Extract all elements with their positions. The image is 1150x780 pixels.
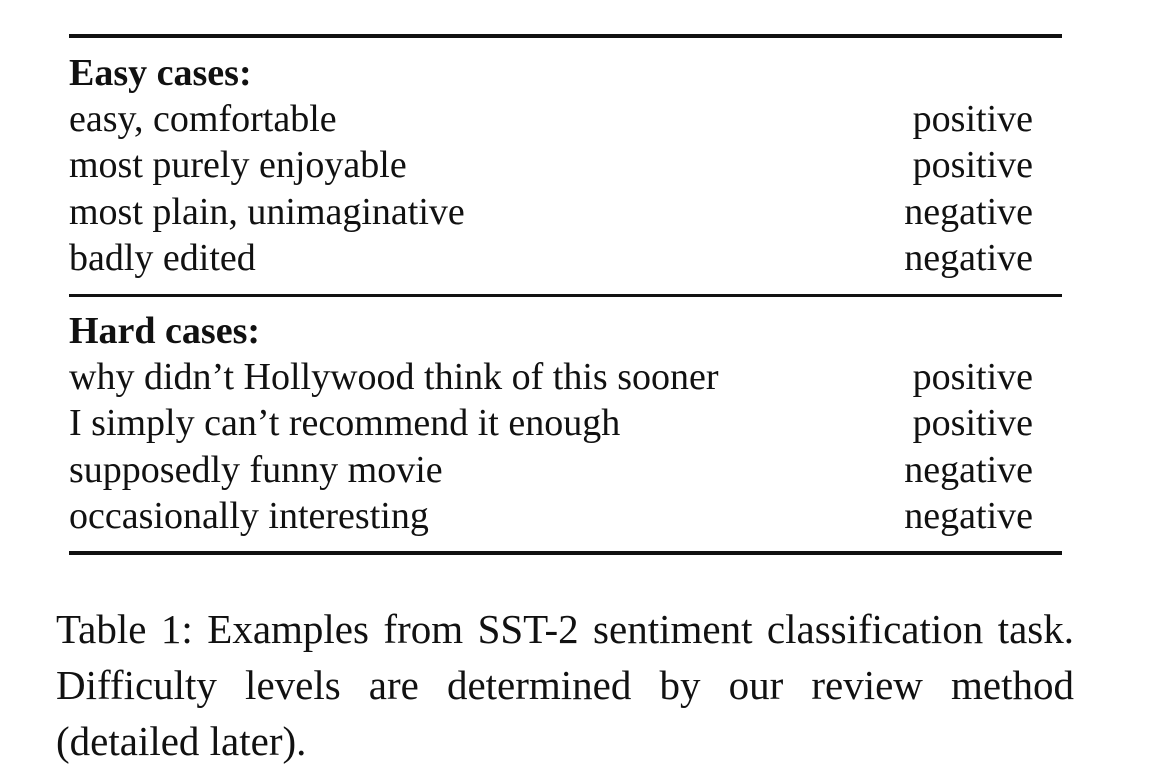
- sentiment-label: positive: [912, 402, 1033, 444]
- sentiment-label: positive: [912, 356, 1033, 398]
- table-row: occasionally interesting negative: [69, 493, 1033, 539]
- table-row: easy, comfortable positive: [69, 96, 1033, 142]
- sentiment-label: negative: [904, 449, 1033, 491]
- table-row: supposedly funny movie negative: [69, 447, 1033, 493]
- table-bottom-rule: [69, 551, 1062, 555]
- example-text: easy, comfortable: [69, 98, 337, 140]
- sentiment-label: positive: [912, 98, 1033, 140]
- example-text: most purely enjoyable: [69, 144, 407, 186]
- section-title-hard: Hard cases:: [69, 310, 261, 352]
- section-title-easy: Easy cases:: [69, 52, 252, 94]
- table-row: most purely enjoyable positive: [69, 142, 1033, 188]
- table-row: I simply can’t recommend it enough posit…: [69, 400, 1033, 446]
- table-mid-rule: [69, 294, 1062, 297]
- table-top-rule: [69, 34, 1062, 38]
- example-text: I simply can’t recommend it enough: [69, 402, 621, 444]
- sentiment-label: negative: [904, 191, 1033, 233]
- sentiment-label: negative: [904, 495, 1033, 537]
- table-row: badly edited negative: [69, 235, 1033, 281]
- example-text: badly edited: [69, 237, 256, 279]
- example-text: supposedly funny movie: [69, 449, 443, 491]
- sentiment-label: positive: [912, 144, 1033, 186]
- table-row: most plain, unimaginative negative: [69, 189, 1033, 235]
- example-text: occasionally interesting: [69, 495, 429, 537]
- table-caption: Table 1: Examples from SST-2 sentiment c…: [56, 606, 1074, 764]
- table-row: why didn’t Hollywood think of this soone…: [69, 354, 1033, 400]
- example-text: why didn’t Hollywood think of this soone…: [69, 356, 719, 398]
- sentiment-label: negative: [904, 237, 1033, 279]
- example-text: most plain, unimaginative: [69, 191, 465, 233]
